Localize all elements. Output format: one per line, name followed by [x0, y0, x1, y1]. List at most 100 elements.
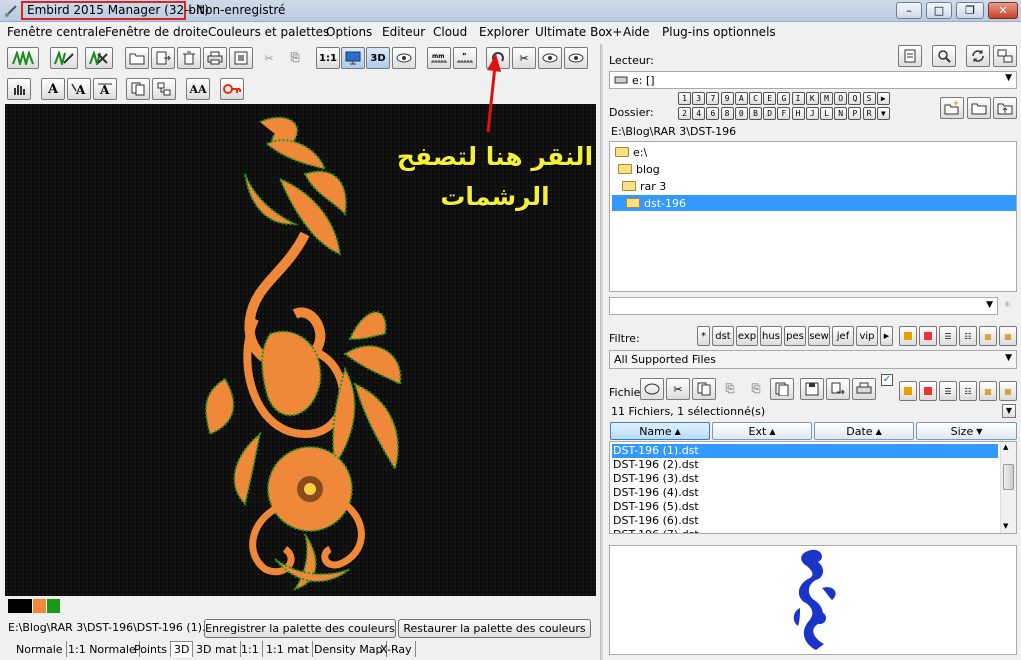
file-orange-button[interactable] [899, 381, 917, 401]
tab-normale[interactable]: Normale [13, 641, 67, 657]
folder-key-j[interactable]: J [805, 107, 819, 120]
filter-button-all[interactable]: * [697, 326, 710, 346]
folder-up-button[interactable] [993, 97, 1017, 119]
tab-x-ray[interactable]: X-Ray [377, 641, 416, 657]
network-button[interactable] [993, 45, 1017, 67]
view-3d-button[interactable]: 3D [366, 47, 390, 69]
folder-key-2[interactable]: 2 [678, 107, 691, 120]
filter-button-pes[interactable]: pes [784, 326, 806, 346]
file-grid-large-button[interactable]: ▦ [999, 381, 1017, 401]
paste-button[interactable]: ⎘ [283, 47, 307, 69]
menu-aide[interactable]: Aide [623, 25, 650, 39]
stitch-edit-button[interactable] [50, 47, 78, 69]
file-grid-button[interactable]: ▦ [979, 381, 997, 401]
folder-key-r[interactable]: R [862, 107, 876, 120]
filter-button-jef[interactable]: jef [832, 326, 854, 346]
folder-key-e[interactable]: E [763, 92, 777, 105]
filter-button-sew[interactable]: sew [808, 326, 830, 346]
file-list-button[interactable]: ☰ [939, 381, 957, 401]
new-folder-button[interactable] [940, 97, 964, 119]
scrollbar-thumb[interactable] [1003, 464, 1014, 490]
tree-item-blog[interactable]: blog [618, 161, 660, 177]
panel-splitter[interactable] [600, 44, 603, 660]
hand-button[interactable] [7, 78, 31, 100]
drive-info-button[interactable] [898, 45, 922, 67]
menu-fenetre-de-droite[interactable]: Fenêtre de droite [105, 25, 208, 39]
folder-key-d[interactable]: D [763, 107, 777, 120]
file-options-dropdown[interactable]: ▼ [1002, 404, 1016, 418]
stitch-icon-button[interactable] [7, 47, 39, 69]
ruler-inch-button[interactable]: ” [453, 47, 477, 69]
view-eye-3-button[interactable] [564, 47, 588, 69]
tab-1-1-normale[interactable]: 1:1 Normale [65, 641, 140, 657]
file-row[interactable]: DST-196 (7).dst [612, 528, 998, 533]
tab-density-map[interactable]: Density Map [311, 641, 387, 657]
folder-key-q[interactable]: Q [848, 92, 862, 105]
print-file-button[interactable] [852, 378, 876, 400]
tree-item-rar-3[interactable]: rar 3 [622, 178, 666, 194]
cut-file-button[interactable]: ✂ [666, 378, 690, 400]
view-eye-button[interactable] [392, 47, 416, 69]
folder-key-c[interactable]: C [749, 92, 762, 105]
filter-button-vip[interactable]: vip [856, 326, 878, 346]
ruler-mm-button[interactable]: mm [427, 47, 451, 69]
folder-key-1[interactable]: 1 [678, 92, 691, 105]
save-palette-button[interactable]: Enregistrer la palette des couleurs [204, 619, 396, 638]
column-name[interactable]: Name ▲ [610, 422, 710, 440]
select-all-button[interactable] [640, 378, 664, 400]
file-row[interactable]: DST-196 (4).dst [612, 486, 998, 500]
convert-button[interactable] [826, 378, 850, 400]
view-grid-large-button[interactable]: ▦ [999, 326, 1017, 346]
file-color-button[interactable] [919, 381, 937, 401]
folder-button[interactable] [967, 97, 991, 119]
folder-key-4[interactable]: 4 [692, 107, 706, 120]
folder-key-0[interactable]: 0 [734, 107, 748, 120]
column-date[interactable]: Date ▲ [814, 422, 914, 440]
menu-cloud[interactable]: Cloud [433, 25, 467, 39]
folder-key-p[interactable]: P [848, 107, 862, 120]
text-button[interactable]: A [41, 78, 65, 100]
folder-key-6[interactable]: 6 [706, 107, 720, 120]
monitor-view-button[interactable] [341, 47, 365, 69]
filter-button-hus[interactable]: hus [760, 326, 782, 346]
font-size-button[interactable]: AA [186, 78, 210, 100]
folder-key-k[interactable]: K [805, 92, 819, 105]
design-canvas[interactable]: النقر هنا لتصفح الرشمات [5, 104, 596, 596]
scroll-up-icon[interactable]: ▲ [1003, 443, 1008, 451]
folder-key-o[interactable]: O [834, 92, 848, 105]
folder-key-8[interactable]: 8 [720, 107, 734, 120]
catalog-button[interactable] [229, 47, 253, 69]
folder-key-h[interactable]: H [791, 107, 805, 120]
text-fx-button[interactable]: A [93, 78, 117, 100]
text-edit-button[interactable]: A [67, 78, 91, 100]
folder-key-l[interactable]: L [820, 107, 833, 120]
file-list-scrollbar[interactable]: ▲ ▼ [1000, 442, 1016, 533]
tree-item-e[interactable]: e:\ [615, 144, 647, 160]
minimize-button[interactable]: – [896, 2, 922, 19]
file-row[interactable]: DST-196 (6).dst [612, 514, 998, 528]
cut-stitches-button[interactable]: ✂ [512, 47, 536, 69]
folder-key-b[interactable]: B [749, 107, 762, 120]
filter-color-button[interactable] [919, 326, 937, 346]
paste-special-button[interactable]: ⎘ [744, 378, 768, 400]
view-eye-2-button[interactable] [538, 47, 562, 69]
menu-couleurs-palettes[interactable]: Couleurs et palettes [208, 25, 329, 39]
filter-button-dst[interactable]: dst [712, 326, 734, 346]
drive-select[interactable]: e: [] ▼ [609, 71, 1017, 89]
tab-1-1[interactable]: 1:1 [238, 641, 263, 657]
restore-button[interactable]: □ [926, 2, 952, 19]
menu-fenetre-centrale[interactable]: Fenêtre centrale [7, 25, 105, 39]
folder-key-i[interactable]: I [791, 92, 805, 105]
file-details-button[interactable]: ☷ [959, 381, 977, 401]
tree-item-dst-196[interactable]: dst-196 [612, 195, 1016, 211]
palette-swatch-black[interactable] [8, 599, 32, 613]
folder-key-m[interactable]: M [820, 92, 833, 105]
print-button[interactable] [203, 47, 227, 69]
folder-key-9[interactable]: 9 [720, 92, 734, 105]
copy-file-button[interactable] [692, 378, 716, 400]
preview-checkbox[interactable]: ✓ [881, 374, 893, 386]
file-row[interactable]: DST-196 (5).dst [612, 500, 998, 514]
view-details-button[interactable]: ☷ [959, 326, 977, 346]
column-ext[interactable]: Ext ▲ [712, 422, 812, 440]
folder-key-down-icon[interactable]: ▼ [876, 107, 890, 120]
